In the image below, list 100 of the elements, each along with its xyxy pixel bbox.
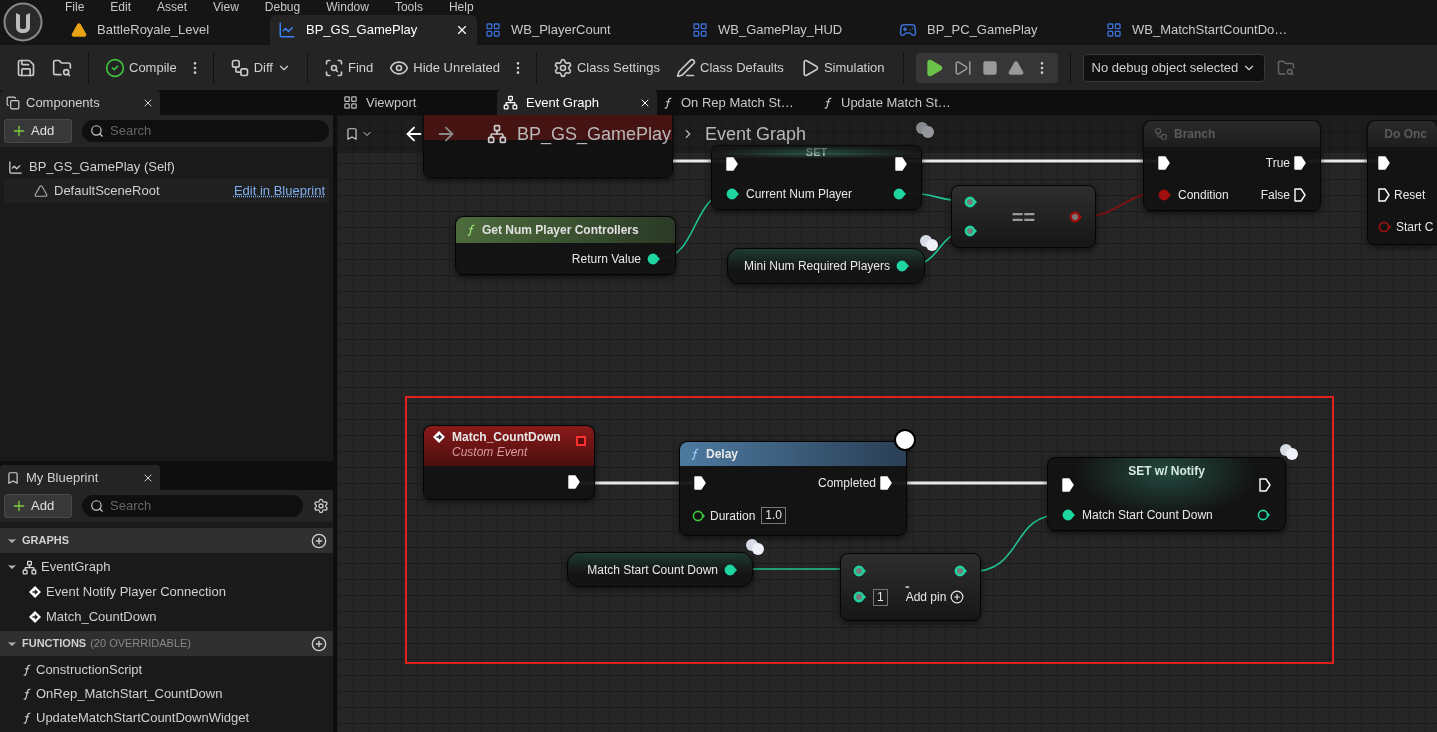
graph-node[interactable]: Match_CountDown Custom Event — [423, 425, 595, 500]
menu-item[interactable]: Edit — [110, 1, 132, 13]
list-item[interactable]: UpdateMatchStartCountDownWidget — [0, 706, 333, 730]
section-header[interactable]: FUNCTIONS (20 OVERRIDABLE) — [0, 631, 333, 656]
search-icon — [90, 499, 104, 513]
exec-pin-icon[interactable] — [726, 157, 738, 171]
data-pin-icon[interactable] — [692, 509, 706, 522]
data-pin-icon[interactable] — [893, 188, 907, 200]
exec-pin-icon[interactable] — [1294, 156, 1306, 170]
add-icon[interactable] — [311, 635, 327, 652]
graph-node[interactable]: Do Onc Reset Start C — [1367, 120, 1437, 245]
graph-node[interactable]: Match Start Count Down — [567, 552, 753, 587]
event-icon — [28, 609, 42, 624]
data-pin-icon[interactable] — [964, 196, 978, 208]
exec-pin-icon[interactable] — [880, 475, 892, 490]
add-button[interactable]: Add — [4, 494, 72, 518]
toolbar-button[interactable]: Diff — [223, 51, 297, 84]
exec-pin-icon[interactable] — [1378, 156, 1390, 170]
graph-tab[interactable]: Viewport — [337, 90, 497, 115]
data-pin-icon[interactable] — [896, 260, 910, 272]
node-title: Get Num Player Controllers — [482, 222, 639, 239]
graph-node[interactable]: 1 Add pin - — [840, 553, 981, 621]
menu-item[interactable]: Tools — [394, 1, 423, 13]
exec-pin-icon[interactable] — [1294, 188, 1306, 202]
settings-icon[interactable] — [313, 498, 329, 514]
menu-item[interactable]: Window — [326, 1, 369, 13]
toolbar-button[interactable]: Compile — [99, 51, 183, 84]
add-pin-button[interactable]: Add pin — [905, 588, 965, 606]
list-item[interactable]: Match_CountDown — [0, 604, 333, 629]
value-field[interactable]: 1 — [873, 588, 888, 606]
graph-node[interactable]: SET w/ Notify Match Start Count Down — [1047, 457, 1286, 531]
list-item[interactable]: ConstructionScript — [0, 658, 333, 682]
document-tab[interactable]: WB_GamePlay_HUD — [684, 15, 891, 45]
toolbar-button[interactable]: Simulation — [793, 51, 891, 84]
data-pin-icon[interactable] — [964, 225, 978, 237]
graph-node[interactable]: Get Num Player Controllers Return Value — [455, 216, 676, 275]
play-control-button[interactable] — [1007, 59, 1024, 76]
panel-tab[interactable]: Components — [0, 90, 160, 115]
document-tab[interactable]: WB_MatchStartCountDo… — [1098, 15, 1305, 45]
graph-tab[interactable]: Update Match St… — [817, 90, 977, 115]
exec-pin-icon[interactable] — [1062, 478, 1074, 492]
add-icon[interactable] — [311, 532, 327, 549]
graph-node[interactable] — [423, 115, 673, 178]
folder-search-icon[interactable] — [1277, 58, 1296, 77]
data-pin-icon[interactable] — [647, 253, 661, 265]
breadcrumb-item[interactable]: BP_GS_GamePlay — [517, 120, 672, 148]
data-pin-icon[interactable] — [1062, 509, 1076, 521]
exec-pin-icon[interactable] — [1158, 156, 1170, 170]
logo-icon[interactable] — [3, 2, 43, 42]
graph-node[interactable]: Mini Num Required Players — [727, 248, 925, 284]
data-pin-icon[interactable] — [853, 565, 867, 577]
play-control-button[interactable] — [953, 58, 972, 77]
breadcrumb-item[interactable]: Event Graph — [705, 120, 807, 148]
data-pin-icon[interactable] — [954, 565, 968, 577]
graph-tab[interactable]: Event Graph — [497, 90, 657, 115]
list-item[interactable]: Event Notify Player Connection — [0, 579, 333, 604]
list-item[interactable]: OnRep_MatchStart_CountDown — [0, 682, 333, 706]
menu-item[interactable]: Help — [448, 1, 474, 13]
document-tab[interactable]: BP_GS_GamePlay — [270, 15, 477, 45]
menu-item[interactable]: Debug — [264, 1, 301, 13]
graph-node[interactable]: Delay Completed Duration 1.0 — [679, 441, 907, 536]
exec-pin-icon[interactable] — [694, 475, 706, 490]
toolbar-button[interactable]: Hide Unrelated — [383, 51, 506, 84]
exec-pin-icon[interactable] — [1378, 188, 1390, 202]
document-tab[interactable]: WB_PlayerCount — [477, 15, 684, 45]
data-pin-icon[interactable] — [853, 591, 867, 603]
data-pin-icon[interactable] — [726, 188, 740, 200]
tree-item[interactable]: DefaultSceneRoot Edit in Blueprint — [4, 179, 329, 203]
bookmark-icon[interactable] — [345, 127, 359, 141]
toolbar-button[interactable]: Find — [317, 51, 380, 84]
menu-item[interactable]: Asset — [157, 1, 188, 13]
list-item[interactable]: EventGraph — [0, 555, 333, 579]
edit-link[interactable]: Edit in Blueprint — [233, 181, 325, 201]
graph-node[interactable]: == — [951, 185, 1096, 248]
close-icon[interactable] — [455, 23, 469, 37]
toolbar-button[interactable]: Class Defaults — [670, 51, 790, 84]
toolbar-button[interactable]: Class Settings — [546, 51, 667, 84]
debug-dropdown[interactable]: No debug object selected — [1082, 53, 1266, 82]
node-title: Match_CountDown — [452, 430, 561, 445]
data-pin-icon[interactable] — [724, 563, 738, 576]
menu-item[interactable]: File — [65, 1, 85, 13]
graph-node[interactable]: Branch True Condition False — [1143, 120, 1321, 211]
value-field[interactable]: 1.0 — [761, 507, 787, 524]
graph-tab[interactable]: On Rep Match St… — [657, 90, 817, 115]
chart-icon — [8, 159, 23, 175]
exec-pin-icon[interactable] — [895, 157, 907, 171]
section-header[interactable]: GRAPHS — [0, 528, 333, 553]
exec-pin-icon[interactable] — [1259, 478, 1271, 492]
document-tab[interactable]: BattleRoyale_Level — [63, 15, 270, 45]
data-pin-icon[interactable] — [1257, 509, 1271, 521]
exec-pin-icon[interactable] — [568, 475, 580, 489]
tree-item[interactable]: BP_GS_GamePlay (Self) — [4, 155, 329, 179]
graph-canvas[interactable] — [337, 115, 1437, 732]
menu-item[interactable]: View — [213, 1, 239, 13]
panel-tab[interactable]: My Blueprint — [0, 465, 160, 490]
delegate-pin-icon[interactable] — [576, 436, 586, 446]
add-button[interactable]: Add — [4, 119, 72, 143]
document-tab[interactable]: BP_PC_GamePlay — [891, 15, 1098, 45]
play-control-button[interactable] — [981, 59, 998, 76]
graph-node[interactable]: SET Current Num Player — [711, 145, 922, 210]
